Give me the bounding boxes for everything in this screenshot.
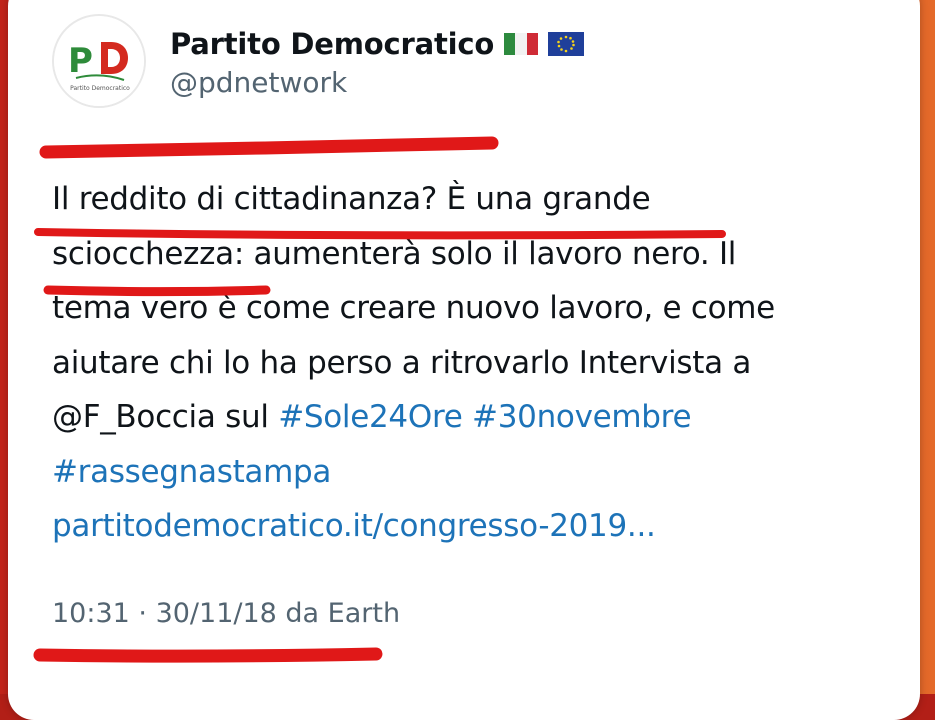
tweet-text-segment: aiutare chi lo ha perso a ritrovarlo Int… bbox=[52, 344, 752, 381]
tweet-line: tema vero è come creare nuovo lavoro, e … bbox=[52, 281, 892, 336]
tweet-line: sciocchezza: aumenterà solo il lavoro ne… bbox=[52, 227, 892, 282]
tweet-date[interactable]: 30/11/18 bbox=[156, 598, 277, 629]
handle[interactable]: @pdnetwork bbox=[170, 66, 347, 99]
display-name[interactable]: Partito Democratico bbox=[170, 27, 494, 61]
tweet-text-segment: tema vero è come creare nuovo lavoro, e … bbox=[52, 290, 775, 326]
mention-text: @F_Boccia bbox=[52, 399, 216, 435]
hashtag-rassegnastampa[interactable]: #rassegnastampa bbox=[52, 454, 331, 490]
tweet-text-segment: aumenterà solo il lavoro nero. Il bbox=[243, 235, 737, 272]
meta-separator: · bbox=[129, 598, 156, 629]
italy-flag-icon bbox=[504, 33, 539, 55]
tweet-source: da Earth bbox=[276, 598, 401, 629]
avatar[interactable]: P Partito Democratico bbox=[52, 14, 146, 108]
tweet-text-segment: sciocchezza: bbox=[52, 235, 244, 272]
pd-logo-icon: P Partito Democratico bbox=[54, 16, 144, 106]
tweet-time[interactable]: 10:31 bbox=[52, 598, 130, 629]
hashtag-30novembre[interactable]: #30novembre bbox=[472, 399, 691, 435]
eu-flag-icon bbox=[548, 32, 585, 56]
name-row: Partito Democratico bbox=[170, 24, 585, 64]
tweet-line: partitodemocratico.it/congresso-2019... bbox=[52, 499, 892, 554]
tweet-line: #rassegnastampa bbox=[52, 445, 892, 500]
tweet-line: Il reddito di cittadinanza? È una grande bbox=[52, 172, 892, 227]
hashtag-sole24ore[interactable]: #Sole24Ore bbox=[278, 399, 463, 435]
tweet-card: P Partito Democratico Partito Democratic… bbox=[8, 0, 920, 720]
tweet-text: Il reddito di cittadinanza? È una grande… bbox=[52, 172, 892, 554]
external-link[interactable]: partitodemocratico.it/congresso-2019... bbox=[52, 508, 656, 544]
tweet-meta: 10:31 · 30/11/18 da Earth bbox=[52, 598, 400, 629]
svg-text:Partito Democratico: Partito Democratico bbox=[70, 85, 130, 92]
tweet-line: aiutare chi lo ha perso a ritrovarlo Int… bbox=[52, 336, 892, 391]
tweet-text-segment: Il reddito di cittadinanza? È una grande bbox=[52, 181, 651, 217]
tweet-line: @F_Boccia sul #Sole24Ore #30novembre bbox=[52, 390, 892, 445]
tweet-text-segment: sul bbox=[215, 399, 279, 435]
